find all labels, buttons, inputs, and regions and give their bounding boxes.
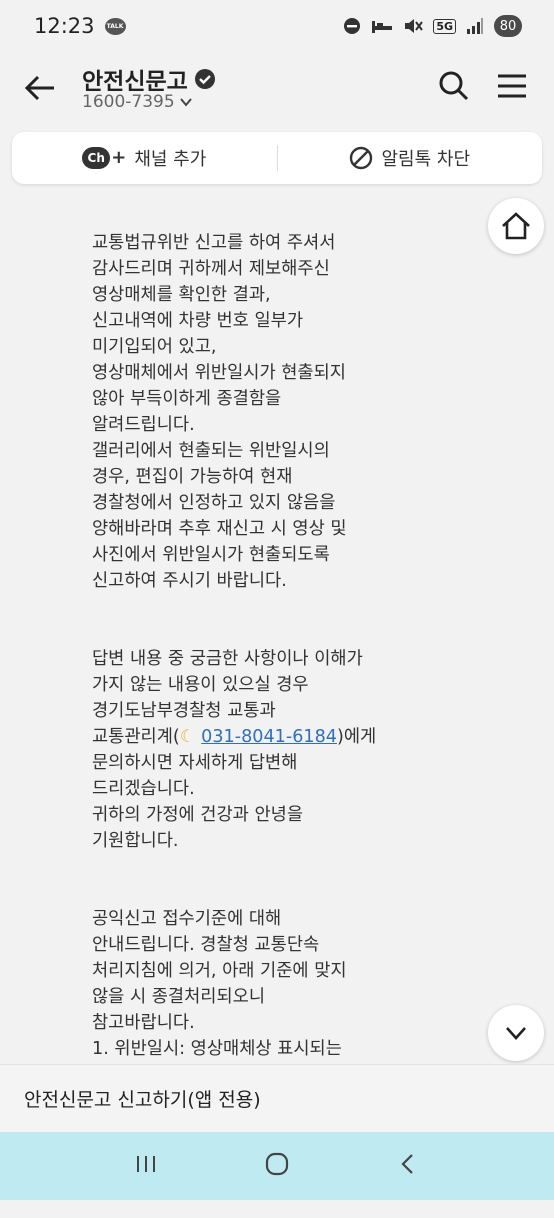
- back-nav-button[interactable]: [394, 1150, 422, 1182]
- channel-title: 안전신문고: [82, 62, 216, 96]
- report-shortcut-bar[interactable]: 안전신문고 신고하기(앱 전용): [0, 1064, 554, 1132]
- system-navigation-bar: [0, 1132, 554, 1200]
- search-button[interactable]: [436, 68, 472, 104]
- network-5g-icon: 5G: [433, 18, 456, 34]
- chevron-down-icon: [179, 98, 192, 107]
- ch-badge: Ch: [82, 147, 111, 169]
- search-icon: [439, 71, 469, 101]
- verified-badge-icon: [194, 69, 215, 89]
- app-header: 안전신문고 1600-7395: [0, 52, 554, 124]
- sleep-mode-icon: [372, 21, 393, 33]
- home-nav-button[interactable]: [263, 1150, 291, 1182]
- back-button[interactable]: [22, 70, 58, 106]
- do-not-disturb-icon: [344, 18, 361, 34]
- home-circle-icon: [265, 1152, 289, 1176]
- chevron-down-icon: [506, 1027, 526, 1040]
- chevron-left-icon: [401, 1154, 414, 1174]
- home-button[interactable]: [488, 198, 544, 254]
- block-icon: [350, 146, 373, 170]
- message-paragraph-1: 교통법규위반 신고를 하여 주셔서 감사드리며 귀하께서 제보해주신 영상매체를…: [92, 233, 347, 591]
- home-icon: [502, 212, 530, 240]
- recent-apps-button[interactable]: [132, 1150, 160, 1182]
- block-alerts-button[interactable]: 알림톡 차단: [278, 132, 543, 184]
- channel-phone: 1600-7395: [82, 92, 175, 112]
- battery-icon: 80: [494, 15, 522, 37]
- message-paragraph-2: 답변 내용 중 궁금한 사항이나 이해가 가지 않는 내용이 있으실 경우 경기…: [92, 649, 377, 851]
- arrow-left-icon: [24, 75, 54, 101]
- status-right: 5G 80: [343, 15, 522, 37]
- kakaotalk-notification-icon: TALK: [104, 17, 126, 35]
- status-bar: 12:23 TALK 5G 80: [0, 0, 554, 52]
- report-shortcut-label: 안전신문고 신고하기(앱 전용): [24, 1089, 261, 1111]
- scroll-down-button[interactable]: [488, 1005, 544, 1061]
- add-channel-button[interactable]: Ch + 채널 추가: [12, 132, 277, 184]
- channel-name: 안전신문고: [82, 69, 188, 95]
- phone-link[interactable]: 031-8041-6184: [201, 727, 337, 747]
- channel-add-icon: Ch +: [82, 147, 126, 169]
- status-left: 12:23 TALK: [34, 14, 126, 38]
- signal-icon: [467, 18, 483, 34]
- block-alerts-label: 알림톡 차단: [381, 149, 471, 170]
- phone-icon: ☾: [179, 727, 196, 747]
- menu-button[interactable]: [494, 68, 530, 104]
- mute-icon: [405, 19, 424, 33]
- add-channel-label: 채널 추가: [134, 149, 207, 170]
- channel-phone-dropdown[interactable]: 1600-7395: [82, 92, 193, 112]
- channel-action-card: Ch + 채널 추가 알림톡 차단: [12, 132, 542, 184]
- status-time: 12:23: [34, 14, 95, 38]
- recent-apps-icon: [136, 1156, 155, 1172]
- hamburger-menu-icon: [498, 74, 526, 98]
